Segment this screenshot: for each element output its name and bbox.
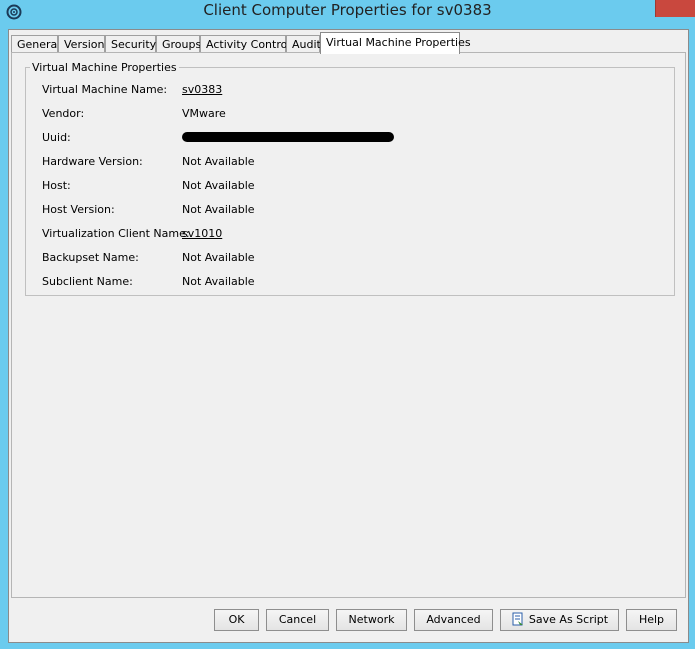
tab-panel: Virtual Machine Properties Virtual Machi… <box>11 52 686 598</box>
vm-properties-group: Virtual Machine Properties Virtual Machi… <box>25 61 675 296</box>
network-button[interactable]: Network <box>336 609 407 631</box>
hardware-version-value: Not Available <box>182 155 255 168</box>
group-title: Virtual Machine Properties <box>30 61 179 74</box>
field-label: Host Version: <box>42 203 115 216</box>
subclient-value: Not Available <box>182 275 255 288</box>
field-label: Backupset Name: <box>42 251 139 264</box>
tab-general[interactable]: General <box>11 35 60 52</box>
tab-groups[interactable]: Groups <box>156 35 201 52</box>
field-label: Hardware Version: <box>42 155 143 168</box>
title-bar[interactable]: Client Computer Properties for sv0383 <box>0 0 695 24</box>
vm-name-link[interactable]: sv0383 <box>182 82 222 98</box>
close-button[interactable] <box>655 0 695 17</box>
dialog-body: General Version Security Groups Activity… <box>8 29 689 643</box>
field-label: Virtualization Client Name: <box>42 227 190 240</box>
field-label: Uuid: <box>42 131 71 144</box>
virtualization-client-link[interactable]: sv1010 <box>182 226 222 242</box>
vendor-value: VMware <box>182 107 226 120</box>
save-as-script-label: Save As Script <box>528 613 609 626</box>
field-label: Host: <box>42 179 71 192</box>
backupset-value: Not Available <box>182 251 255 264</box>
cancel-button[interactable]: Cancel <box>266 609 329 631</box>
tab-security[interactable]: Security <box>105 35 156 52</box>
field-label: Subclient Name: <box>42 275 133 288</box>
field-label: Vendor: <box>42 107 85 120</box>
script-icon <box>512 612 523 626</box>
field-label: Virtual Machine Name: <box>42 83 168 96</box>
host-value: Not Available <box>182 179 255 192</box>
save-as-script-button[interactable]: Save As Script <box>500 609 619 631</box>
tab-version[interactable]: Version <box>58 35 105 52</box>
window-title: Client Computer Properties for sv0383 <box>203 1 492 19</box>
tab-virtual-machine-properties[interactable]: Virtual Machine Properties <box>320 32 471 54</box>
uuid-redaction <box>182 132 394 142</box>
tab-audit[interactable]: Audit <box>286 35 321 52</box>
help-button[interactable]: Help <box>626 609 677 631</box>
tab-activity-control[interactable]: Activity Control <box>200 35 290 52</box>
advanced-button[interactable]: Advanced <box>414 609 493 631</box>
host-version-value: Not Available <box>182 203 255 216</box>
ok-button[interactable]: OK <box>214 609 259 631</box>
